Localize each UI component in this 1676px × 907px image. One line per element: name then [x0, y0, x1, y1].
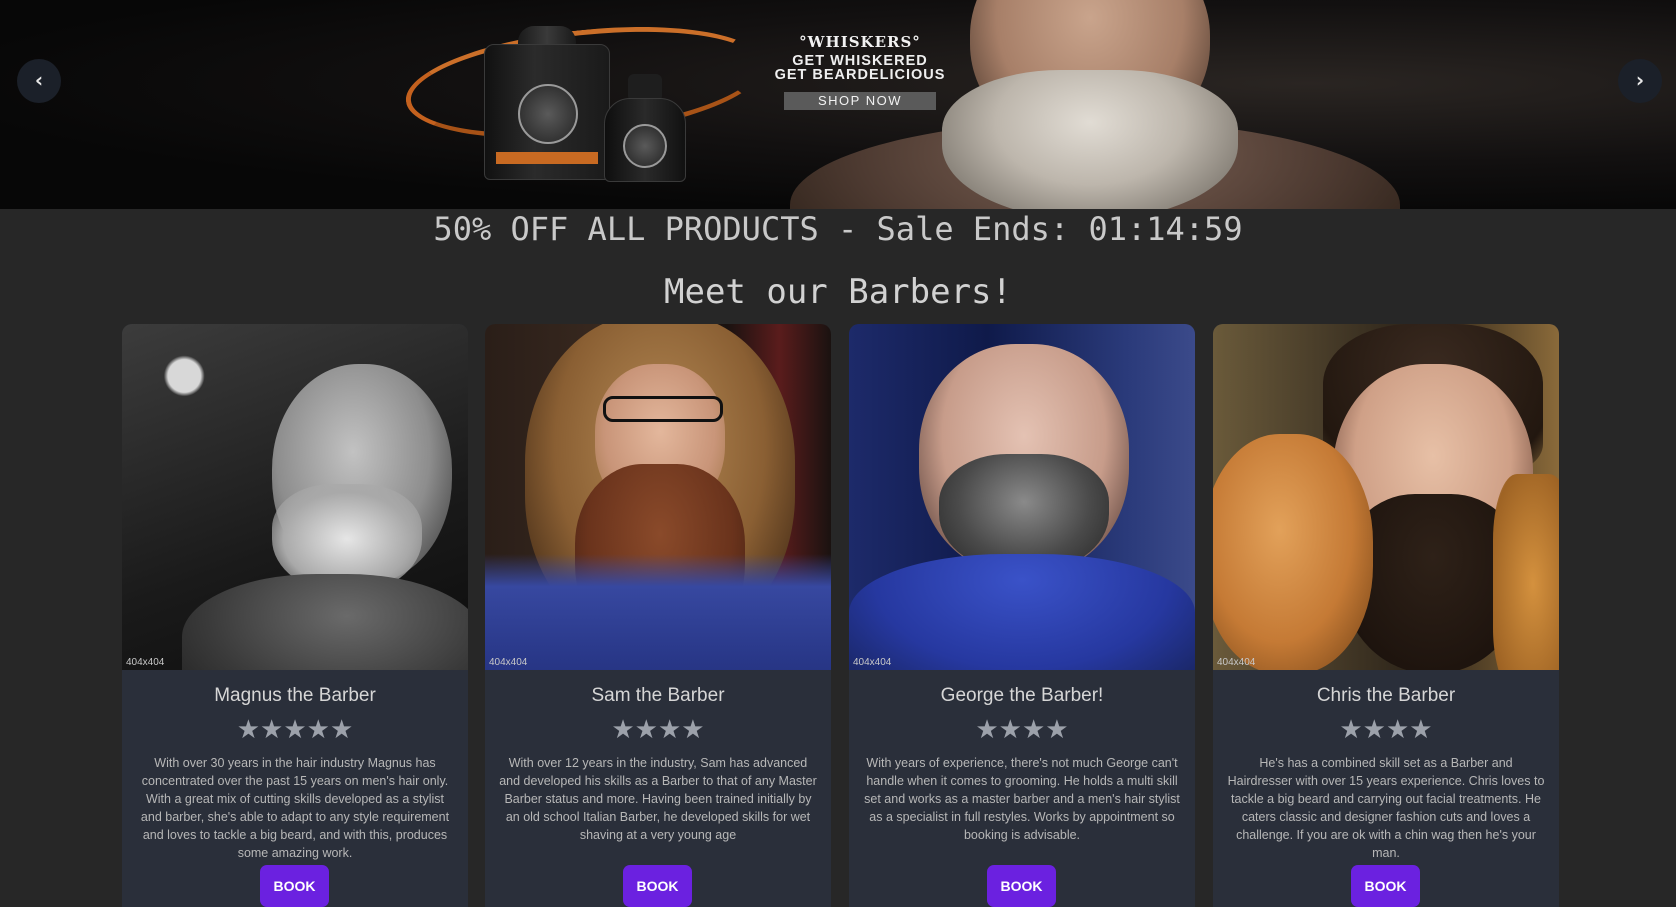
barber-photo: 404x404	[122, 324, 468, 670]
bottle-seal-graphic	[518, 84, 578, 144]
chevron-right-icon: ›	[1635, 68, 1645, 92]
carousel-prev-button[interactable]: ‹	[17, 59, 61, 103]
barber-card: 404x404 Chris the Barber ★★★★ He's has a…	[1213, 324, 1559, 907]
shop-now-button[interactable]: SHOP NOW	[784, 92, 936, 110]
bottle-small-seal-graphic	[623, 124, 667, 168]
section-title: Meet our Barbers!	[664, 272, 1012, 312]
barber-name: Chris the Barber	[1316, 685, 1456, 706]
barber-card: 404x404 Sam the Barber ★★★★ With over 12…	[485, 324, 831, 907]
portrait-shirt	[182, 574, 468, 670]
barber-card: 404x404 George the Barber! ★★★★ With yea…	[849, 324, 1195, 907]
book-button[interactable]: BOOK	[1351, 865, 1420, 907]
hero-carousel: °WHISKERS° GET WHISKERED GET BEARDELICIO…	[0, 0, 1676, 209]
barber-photo: 404x404	[485, 324, 831, 670]
book-button[interactable]: BOOK	[623, 865, 692, 907]
star-rating: ★★★★	[975, 715, 1069, 745]
barber-name: George the Barber!	[940, 685, 1104, 706]
barber-photo: 404x404	[849, 324, 1195, 670]
image-size-label: 404x404	[853, 657, 892, 668]
portrait-shirt	[485, 554, 831, 670]
model-beard-photo	[942, 70, 1238, 209]
book-button[interactable]: BOOK	[260, 865, 329, 907]
barber-bio: He's has a combined skill set as a Barbe…	[1227, 756, 1545, 860]
barber-bio: With years of experience, there's not mu…	[864, 756, 1180, 842]
barber-bio: With over 12 years in the industry, Sam …	[499, 756, 817, 842]
barber-name: Magnus the Barber	[214, 685, 376, 706]
star-rating: ★★★★	[1339, 715, 1433, 745]
chevron-left-icon: ‹	[34, 68, 44, 92]
ad-brand-name: °WHISKERS°	[799, 33, 921, 51]
barber-name: Sam the Barber	[591, 685, 725, 706]
carousel-next-button[interactable]: ›	[1618, 59, 1662, 103]
image-size-label: 404x404	[126, 657, 165, 668]
sale-countdown-banner: 50% OFF ALL PRODUCTS - Sale Ends: 01:14:…	[433, 210, 1243, 248]
star-rating: ★★★★★	[236, 715, 354, 745]
ad-tagline-2: GET BEARDELICIOUS	[774, 67, 946, 83]
barber-photo: 404x404	[1213, 324, 1559, 670]
barber-bio: With over 30 years in the hair industry …	[140, 756, 450, 860]
cat-graphic	[1213, 434, 1373, 670]
book-button[interactable]: BOOK	[987, 865, 1056, 907]
barber-card: 404x404 Magnus the Barber ★★★★★ With ove…	[122, 324, 468, 907]
image-size-label: 404x404	[489, 657, 528, 668]
image-size-label: 404x404	[1217, 657, 1256, 668]
glasses-graphic	[603, 396, 723, 422]
bottle-label-graphic	[496, 152, 598, 164]
star-rating: ★★★★	[611, 715, 705, 745]
fur-collar-graphic	[1493, 474, 1559, 670]
portrait-shirt	[849, 554, 1195, 670]
